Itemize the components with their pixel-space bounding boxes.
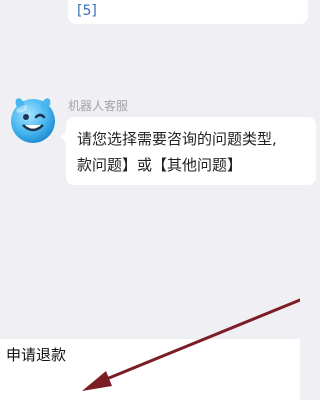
bot-message-bubble: 请您选择需要咨询的问题类型, 款问题】或【其他问题】: [60, 117, 316, 185]
previous-message-link[interactable]: [5]: [77, 3, 97, 19]
smiley-bot-icon[interactable]: [8, 95, 58, 145]
apply-refund-button[interactable]: 申请退款: [0, 339, 72, 371]
sender-name: 机器人客服: [68, 99, 129, 113]
quick-reply-bar: 申请退款: [0, 339, 300, 400]
bot-message-line-1: 请您选择需要咨询的问题类型,: [77, 130, 277, 148]
previous-message-bubble: [5]: [68, 0, 308, 24]
bot-message-line-2: 款问题】或【其他问题】: [77, 156, 243, 174]
